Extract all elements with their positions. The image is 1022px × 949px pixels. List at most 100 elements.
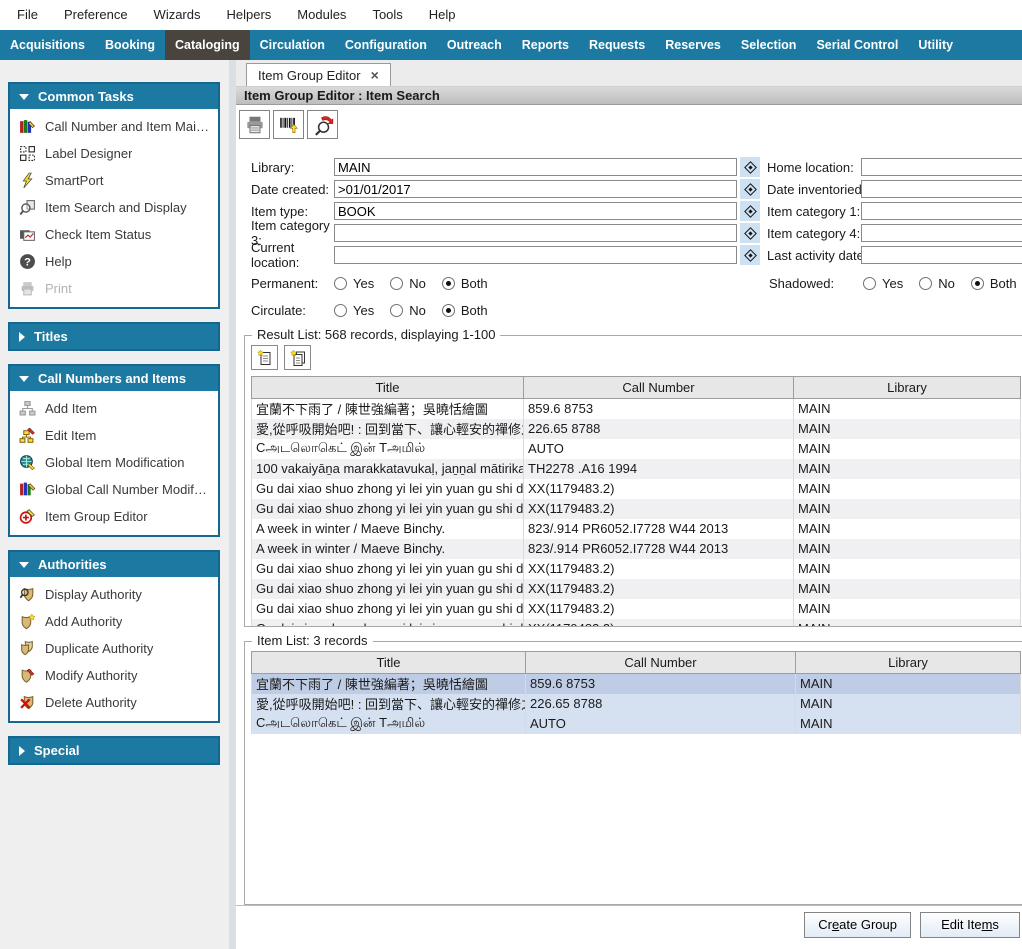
menu-help[interactable]: Help bbox=[416, 0, 469, 30]
radio-yes[interactable] bbox=[334, 304, 347, 317]
sidebar-item-item-search-display[interactable]: Item Search and Display bbox=[10, 194, 218, 221]
gadget-icon[interactable] bbox=[740, 245, 760, 265]
sidebar-item-global-item-modification[interactable]: Global Item Modification bbox=[10, 449, 218, 476]
create-group-button[interactable]: Create Group bbox=[804, 912, 911, 938]
edit-items-button[interactable]: Edit Items bbox=[920, 912, 1020, 938]
table-row[interactable]: 愛,從呼吸開始吧! : 回到當下、讓心輕安的禪修之... 226.65 8788… bbox=[252, 419, 1021, 439]
sidebar-item-item-group-editor[interactable]: Item Group Editor bbox=[10, 503, 218, 530]
table-row[interactable]: Gu dai xiao shuo zhong yi lei yin yuan g… bbox=[252, 619, 1021, 627]
tab-acquisitions[interactable]: Acquisitions bbox=[0, 30, 95, 60]
close-icon[interactable]: × bbox=[371, 68, 379, 82]
scan-item-button[interactable] bbox=[273, 110, 304, 139]
column-header-title[interactable]: Title bbox=[252, 652, 526, 674]
gadget-icon[interactable] bbox=[740, 157, 760, 177]
menu-preference[interactable]: Preference bbox=[51, 0, 141, 30]
sidebar-item-call-number-item-maint[interactable]: Call Number and Item Maint... bbox=[10, 113, 218, 140]
column-header-library[interactable]: Library bbox=[796, 652, 1021, 674]
tab-item-group-editor[interactable]: Item Group Editor × bbox=[246, 63, 391, 86]
menu-wizards[interactable]: Wizards bbox=[141, 0, 214, 30]
table-row[interactable]: Cஅடலொகெட் இன் Tஅமில் AUTO MAIN bbox=[252, 439, 1021, 459]
sidebar-item-edit-item[interactable]: Edit Item bbox=[10, 422, 218, 449]
tab-utility[interactable]: Utility bbox=[908, 30, 963, 60]
item-category-3-input[interactable] bbox=[334, 224, 737, 242]
sidebar-item-modify-authority[interactable]: Modify Authority bbox=[10, 662, 218, 689]
radio-yes[interactable] bbox=[334, 277, 347, 290]
sidebar-item-delete-authority[interactable]: Delete Authority bbox=[10, 689, 218, 716]
main-panel: Item Group Editor × Item Group Editor : … bbox=[236, 60, 1022, 949]
library-input[interactable] bbox=[334, 158, 737, 176]
tab-outreach[interactable]: Outreach bbox=[437, 30, 512, 60]
cell-title: A week in winter / Maeve Binchy. bbox=[252, 519, 524, 539]
add-to-group-button[interactable] bbox=[251, 345, 278, 370]
menu-helpers[interactable]: Helpers bbox=[214, 0, 285, 30]
section-header-authorities[interactable]: Authorities bbox=[10, 552, 218, 577]
radio-no[interactable] bbox=[919, 277, 932, 290]
column-header-title[interactable]: Title bbox=[252, 377, 524, 399]
sidebar-item-add-authority[interactable]: Add Authority bbox=[10, 608, 218, 635]
add-all-to-group-button[interactable] bbox=[284, 345, 311, 370]
gadget-icon[interactable] bbox=[740, 179, 760, 199]
section-header-titles[interactable]: Titles bbox=[10, 324, 218, 349]
gadget-icon[interactable] bbox=[740, 201, 760, 221]
gadget-icon[interactable] bbox=[740, 223, 760, 243]
item-search-button[interactable] bbox=[307, 110, 338, 139]
radio-no[interactable] bbox=[390, 304, 403, 317]
last-activity-date-input[interactable] bbox=[861, 246, 1022, 264]
sidebar-item-help[interactable]: ? Help bbox=[10, 248, 218, 275]
result-table-viewport[interactable]: Title Call Number Library 宜蘭不下雨了 / 陳世強編著… bbox=[251, 376, 1021, 626]
table-row-selected[interactable]: 愛,從呼吸開始吧! : 回到當下、讓心輕安的禪修之... 226.65 8788… bbox=[252, 694, 1021, 714]
table-row[interactable]: 宜蘭不下雨了 / 陳世強編著；吳曉恬繪圖 859.6 8753 MAIN bbox=[252, 399, 1021, 419]
table-row[interactable]: A week in winter / Maeve Binchy. 823/.91… bbox=[252, 539, 1021, 559]
tab-reports[interactable]: Reports bbox=[512, 30, 579, 60]
menu-file[interactable]: File bbox=[4, 0, 51, 30]
item-type-input[interactable] bbox=[334, 202, 737, 220]
tab-serial-control[interactable]: Serial Control bbox=[806, 30, 908, 60]
table-row[interactable]: Gu dai xiao shuo zhong yi lei yin yuan g… bbox=[252, 479, 1021, 499]
sidebar-item-check-item-status[interactable]: Check Item Status bbox=[10, 221, 218, 248]
tab-reserves[interactable]: Reserves bbox=[655, 30, 731, 60]
tab-circulation[interactable]: Circulation bbox=[250, 30, 335, 60]
radio-both[interactable] bbox=[442, 304, 455, 317]
table-row-selected[interactable]: 宜蘭不下雨了 / 陳世強編著；吳曉恬繪圖 859.6 8753 MAIN bbox=[252, 674, 1021, 694]
menu-modules[interactable]: Modules bbox=[284, 0, 359, 30]
sidebar-item-display-authority[interactable]: Display Authority bbox=[10, 581, 218, 608]
sidebar-item-smartport[interactable]: SmartPort bbox=[10, 167, 218, 194]
cell-library: MAIN bbox=[794, 499, 1021, 519]
tab-selection[interactable]: Selection bbox=[731, 30, 807, 60]
home-location-input[interactable] bbox=[861, 158, 1022, 176]
radio-no[interactable] bbox=[390, 277, 403, 290]
table-row[interactable]: Gu dai xiao shuo zhong yi lei yin yuan g… bbox=[252, 559, 1021, 579]
table-row[interactable]: Gu dai xiao shuo zhong yi lei yin yuan g… bbox=[252, 579, 1021, 599]
section-header-call-numbers[interactable]: Call Numbers and Items bbox=[10, 366, 218, 391]
table-row[interactable]: Gu dai xiao shuo zhong yi lei yin yuan g… bbox=[252, 499, 1021, 519]
menu-tools[interactable]: Tools bbox=[359, 0, 415, 30]
radio-both[interactable] bbox=[442, 277, 455, 290]
tab-configuration[interactable]: Configuration bbox=[335, 30, 437, 60]
print-button[interactable] bbox=[239, 110, 270, 139]
table-row[interactable]: Gu dai xiao shuo zhong yi lei yin yuan g… bbox=[252, 599, 1021, 619]
column-header-call-number[interactable]: Call Number bbox=[526, 652, 796, 674]
item-table-viewport[interactable]: Title Call Number Library 宜蘭不下雨了 / 陳世強編著… bbox=[251, 651, 1021, 734]
tab-cataloging[interactable]: Cataloging bbox=[165, 30, 250, 60]
section-header-special[interactable]: Special bbox=[10, 738, 218, 763]
radio-yes[interactable] bbox=[863, 277, 876, 290]
column-header-call-number[interactable]: Call Number bbox=[524, 377, 794, 399]
tab-booking[interactable]: Booking bbox=[95, 30, 165, 60]
item-category-1-input[interactable] bbox=[861, 202, 1022, 220]
table-row[interactable]: 100 vakaiyāṉa marakkatavukaḷ, jaṉṉal māt… bbox=[252, 459, 1021, 479]
table-row-selected[interactable]: Cஅடலொகெட் இன் Tஅமில் AUTO MAIN bbox=[252, 714, 1021, 734]
tab-requests[interactable]: Requests bbox=[579, 30, 655, 60]
sidebar-item-global-call-number-modification[interactable]: Global Call Number Modific... bbox=[10, 476, 218, 503]
chevron-down-icon bbox=[19, 94, 29, 100]
date-created-input[interactable] bbox=[334, 180, 737, 198]
sidebar-item-label-designer[interactable]: Label Designer bbox=[10, 140, 218, 167]
column-header-library[interactable]: Library bbox=[794, 377, 1021, 399]
sidebar-item-duplicate-authority[interactable]: Duplicate Authority bbox=[10, 635, 218, 662]
item-category-4-input[interactable] bbox=[861, 224, 1022, 242]
section-header-common-tasks[interactable]: Common Tasks bbox=[10, 84, 218, 109]
date-inventoried-input[interactable] bbox=[861, 180, 1022, 198]
current-location-input[interactable] bbox=[334, 246, 737, 264]
radio-both[interactable] bbox=[971, 277, 984, 290]
table-row[interactable]: A week in winter / Maeve Binchy. 823/.91… bbox=[252, 519, 1021, 539]
sidebar-item-add-item[interactable]: Add Item bbox=[10, 395, 218, 422]
